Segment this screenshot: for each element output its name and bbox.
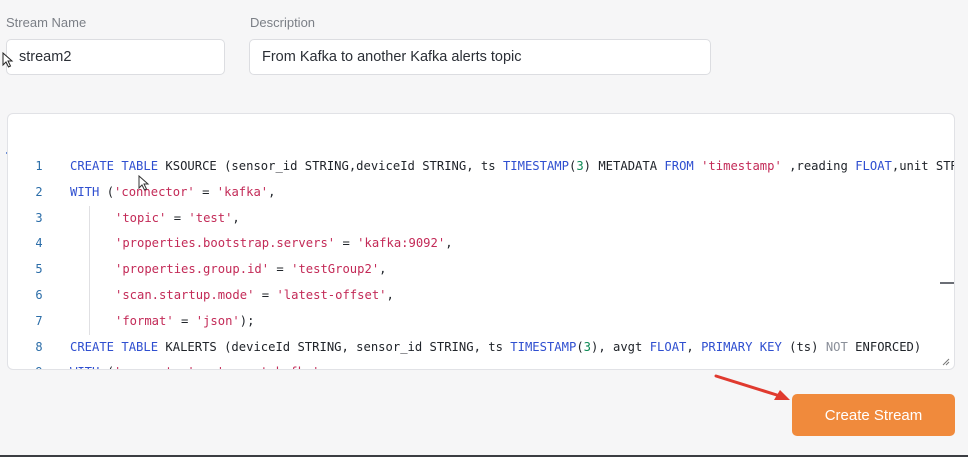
line-number: 7 [35,313,43,328]
line-number: 8 [35,339,43,354]
sql-code-editor[interactable]: 1 CREATE TABLE KSOURCE (sensor_id STRING… [7,113,955,370]
code-text: WITH ('connector' = 'upsert-kafka', [70,360,327,369]
indent-guide [89,257,90,283]
indent-guide [89,231,90,258]
create-stream-button[interactable]: Create Stream [792,394,955,436]
description-label: Description [250,15,316,30]
line-number: 2 [35,184,43,199]
code-line: 6 'scan.startup.mode' = 'latest-offset', [8,282,954,309]
line-number: 9 [30,360,48,369]
code-line: 2 WITH ('connector' = 'kafka', [8,180,954,206]
line-number: 3 [35,210,43,225]
code-text: 'scan.startup.mode' = 'latest-offset', [115,287,394,302]
code-text: 'properties.group.id' = 'testGroup2', [115,262,387,277]
resize-handle-icon[interactable] [942,358,950,366]
code-text: 'properties.bootstrap.servers' = 'kafka:… [115,236,453,251]
code-lines: 1 CREATE TABLE KSOURCE (sensor_id STRING… [8,154,954,369]
code-line: 3 'topic' = 'test', [8,205,954,232]
code-text: CREATE TABLE KALERTS (deviceId STRING, s… [70,339,922,354]
indent-guide [89,205,90,232]
indent-guide [89,282,90,309]
stream-name-input[interactable]: stream2 [6,39,225,75]
code-text: WITH ('connector' = 'kafka', [70,184,276,199]
stream-name-label: Stream Name [6,15,87,30]
line-number: 4 [35,236,43,251]
code-line: 4 'properties.bootstrap.servers' = 'kafk… [8,231,954,258]
code-line: 9 WITH ('connector' = 'upsert-kafka', [8,360,954,369]
editor-scrollbar-thumb[interactable] [940,282,954,284]
code-text: CREATE TABLE KSOURCE (sensor_id STRING,d… [70,159,954,173]
code-line: 1 CREATE TABLE KSOURCE (sensor_id STRING… [8,154,954,180]
line-number: 6 [35,287,43,302]
code-line: 7 'format' = 'json'); [8,308,954,335]
annotation-arrow-icon [714,374,790,400]
code-text: 'topic' = 'test', [115,210,240,225]
line-number: 1 [35,159,43,173]
description-input[interactable]: From Kafka to another Kafka alerts topic [249,39,711,75]
code-text: 'format' = 'json'); [115,313,255,328]
code-line: 5 'properties.group.id' = 'testGroup2', [8,257,954,283]
indent-guide [89,308,90,335]
code-line: 8 CREATE TABLE KALERTS (deviceId STRING,… [8,335,954,361]
line-number: 5 [35,262,43,277]
